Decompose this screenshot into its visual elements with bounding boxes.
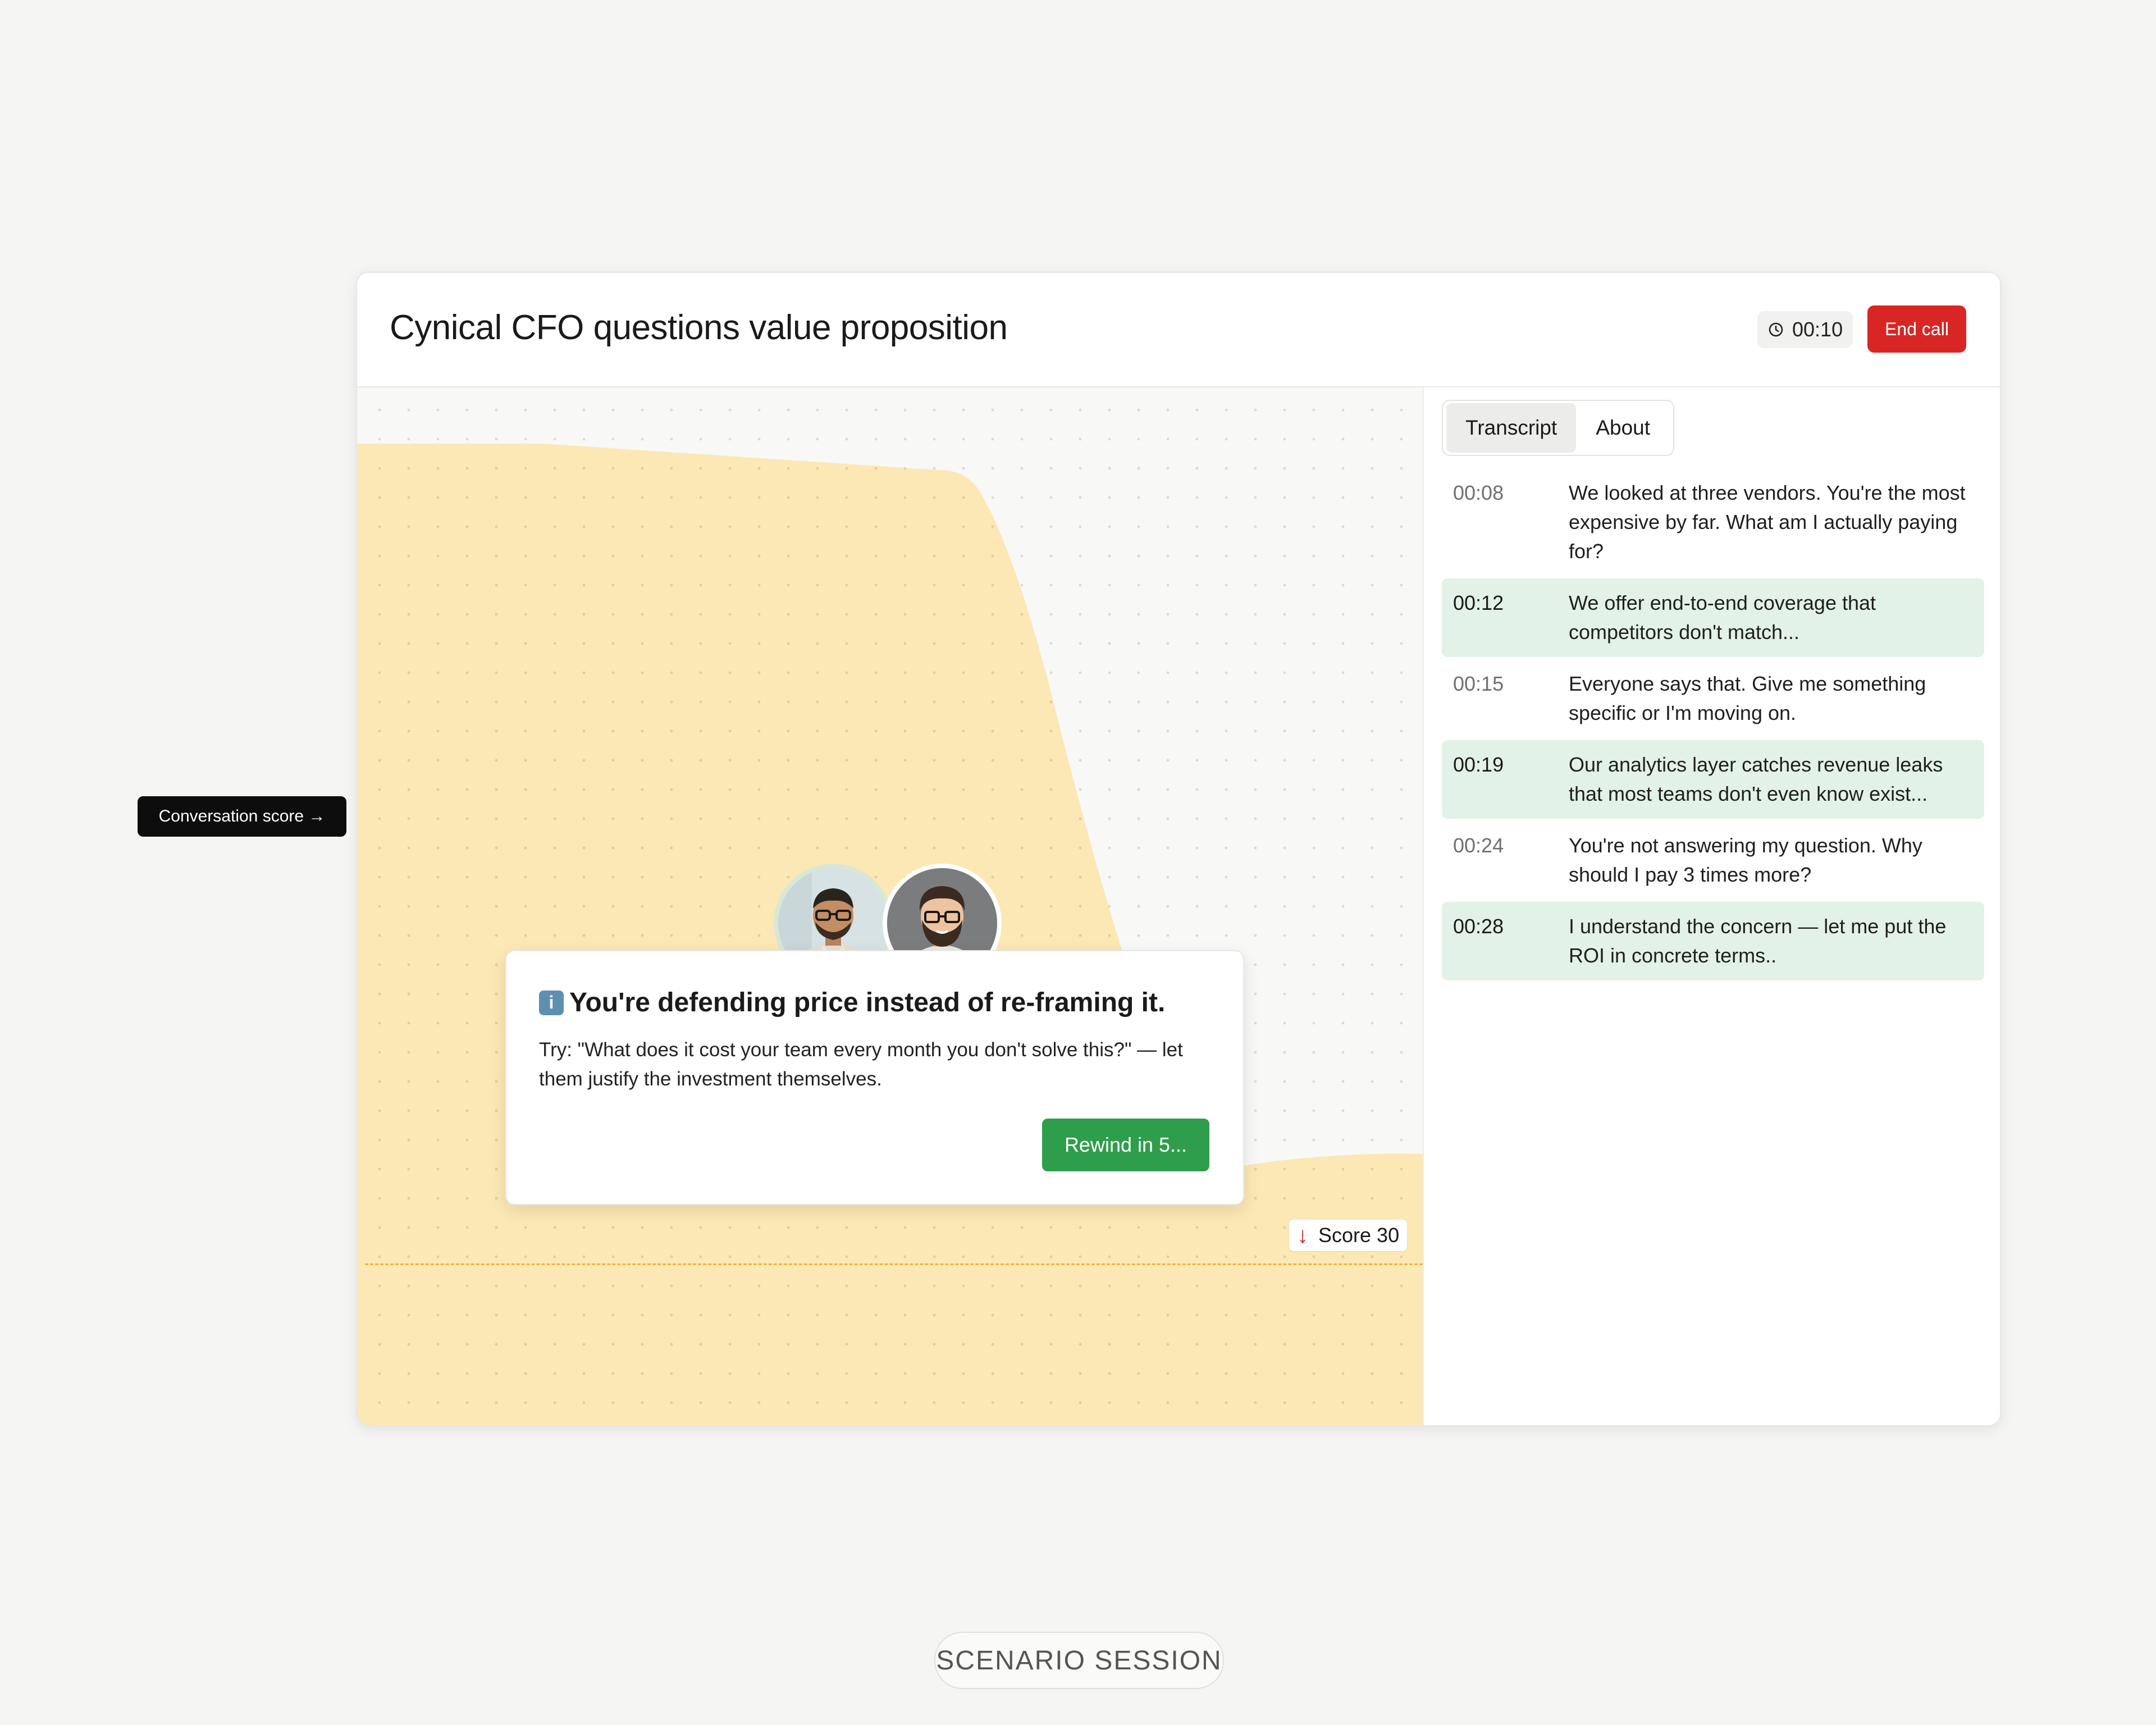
info-icon: i xyxy=(539,990,564,1015)
transcript-row: 00:08 We looked at three vendors. You're… xyxy=(1442,468,1984,576)
transcript-row: 00:28 I understand the concern — let me … xyxy=(1442,902,1984,980)
transcript-row: 00:15 Everyone says that. Give me someth… xyxy=(1442,659,1984,738)
panel-tabs: Transcript About xyxy=(1442,400,1674,456)
transcript-text: Everyone says that. Give me something sp… xyxy=(1569,672,1926,724)
tab-transcript[interactable]: Transcript xyxy=(1446,403,1577,453)
timer-value: 00:10 xyxy=(1792,318,1843,341)
transcript-time: 00:15 xyxy=(1453,672,1504,695)
tab-about[interactable]: About xyxy=(1576,403,1670,453)
conversation-score-label: Conversation score → xyxy=(138,796,346,837)
rewind-button[interactable]: Rewind in 5... xyxy=(1042,1119,1209,1171)
scenario-session-label: SCENARIO SESSION xyxy=(934,1632,1224,1689)
transcript-time: 00:12 xyxy=(1453,591,1504,614)
end-call-button[interactable]: End call xyxy=(1867,305,1966,353)
arrow-down-icon: ↓ xyxy=(1297,1222,1308,1248)
transcript-time: 00:24 xyxy=(1453,834,1504,857)
session-header: Cynical CFO questions value proposition … xyxy=(357,273,2000,387)
score-stage: ↓ Score 30 xyxy=(357,387,1424,1425)
transcript-row: 00:12 We offer end-to-end coverage that … xyxy=(1442,578,1984,657)
side-panel: Transcript About 00:08 We looked at thre… xyxy=(1424,387,2000,1425)
coaching-body: Try: "What does it cost your team every … xyxy=(539,1039,1183,1090)
score-label: Score 30 xyxy=(1318,1224,1400,1247)
coaching-card: i You're defending price instead of re-f… xyxy=(505,950,1244,1205)
transcript-text: You're not answering my question. Why sh… xyxy=(1569,834,1922,886)
transcript-text: I understand the concern — let me put th… xyxy=(1569,915,1947,967)
transcript-text: Our analytics layer catches revenue leak… xyxy=(1569,753,1943,805)
session-window: Cynical CFO questions value proposition … xyxy=(356,272,2001,1426)
coaching-title-text: You're defending price instead of re-fra… xyxy=(569,988,1166,1017)
transcript-text: We looked at three vendors. You're the m… xyxy=(1569,481,1966,563)
page-title: Cynical CFO questions value proposition xyxy=(390,308,1008,347)
transcript-time: 00:19 xyxy=(1453,753,1504,776)
transcript-text: We offer end-to-end coverage that compet… xyxy=(1569,591,1876,644)
clock-icon xyxy=(1769,322,1783,337)
transcript-row: 00:19 Our analytics layer catches revenu… xyxy=(1442,740,1984,819)
transcript-time: 00:08 xyxy=(1453,481,1504,504)
score-threshold-line xyxy=(365,1263,1423,1265)
transcript-row: 00:24 You're not answering my question. … xyxy=(1442,821,1984,900)
coaching-title: i You're defending price instead of re-f… xyxy=(539,987,1165,1018)
call-timer: 00:10 xyxy=(1757,311,1853,348)
score-badge: ↓ Score 30 xyxy=(1289,1220,1408,1251)
transcript-time: 00:28 xyxy=(1453,915,1504,938)
transcript-list: 00:08 We looked at three vendors. You're… xyxy=(1442,468,1984,983)
